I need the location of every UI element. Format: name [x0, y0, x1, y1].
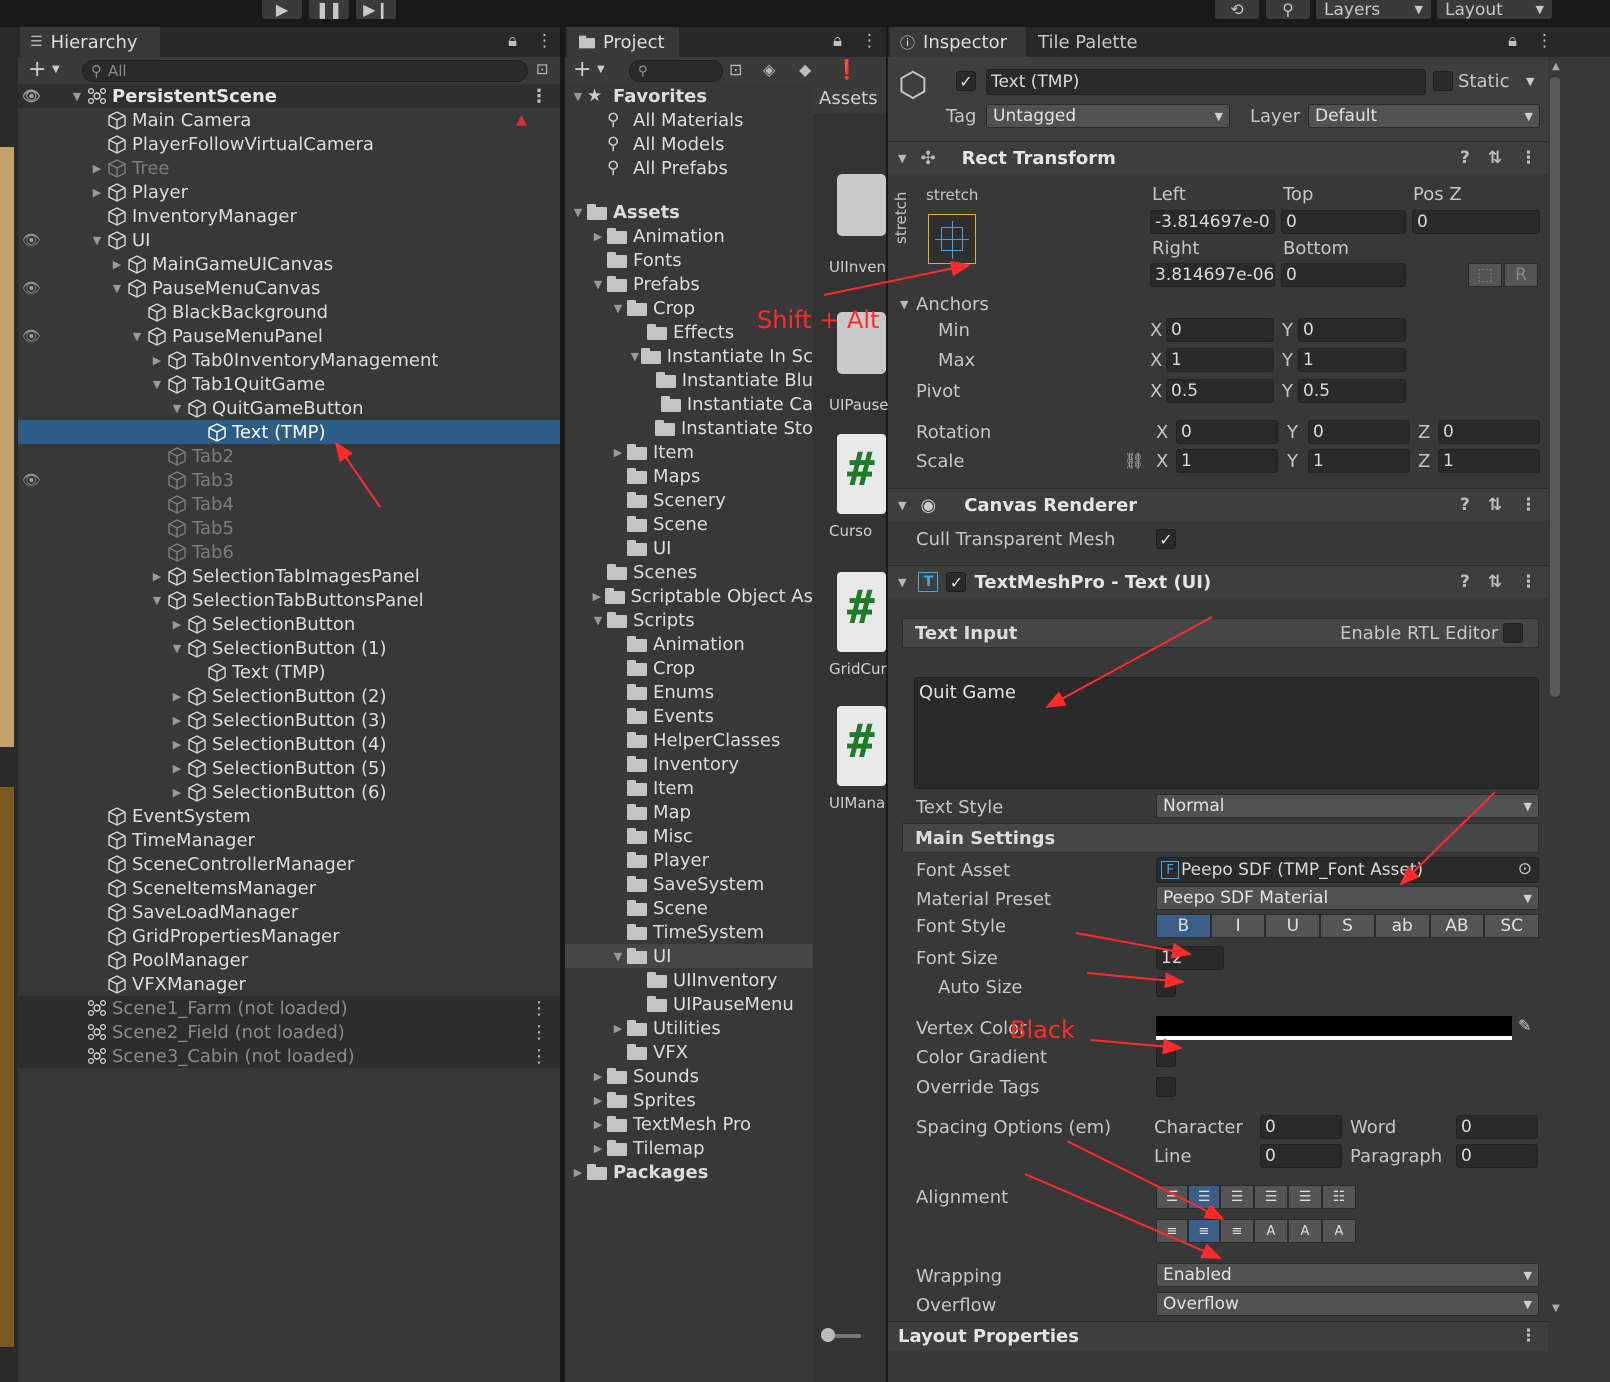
arrow-to-vertex-color [1090, 1038, 1183, 1055]
annotation-black: Black [1010, 1016, 1075, 1044]
arrow-to-font-asset [1399, 791, 1496, 886]
annotation-shift-alt: Shift + Alt [757, 306, 880, 334]
arrow-to-vertical-alignment [1024, 1173, 1222, 1259]
annotation-arrows [334, 260, 1496, 1259]
arrow-to-anchor-presets [823, 260, 971, 296]
arrow-to-selected-item [334, 441, 381, 508]
arrow-to-font-size [1086, 972, 1185, 989]
arrow-to-text-input [1045, 616, 1213, 708]
arrow-to-horizontal-alignment [1066, 1140, 1225, 1220]
arrow-to-bold-button [1075, 932, 1192, 959]
